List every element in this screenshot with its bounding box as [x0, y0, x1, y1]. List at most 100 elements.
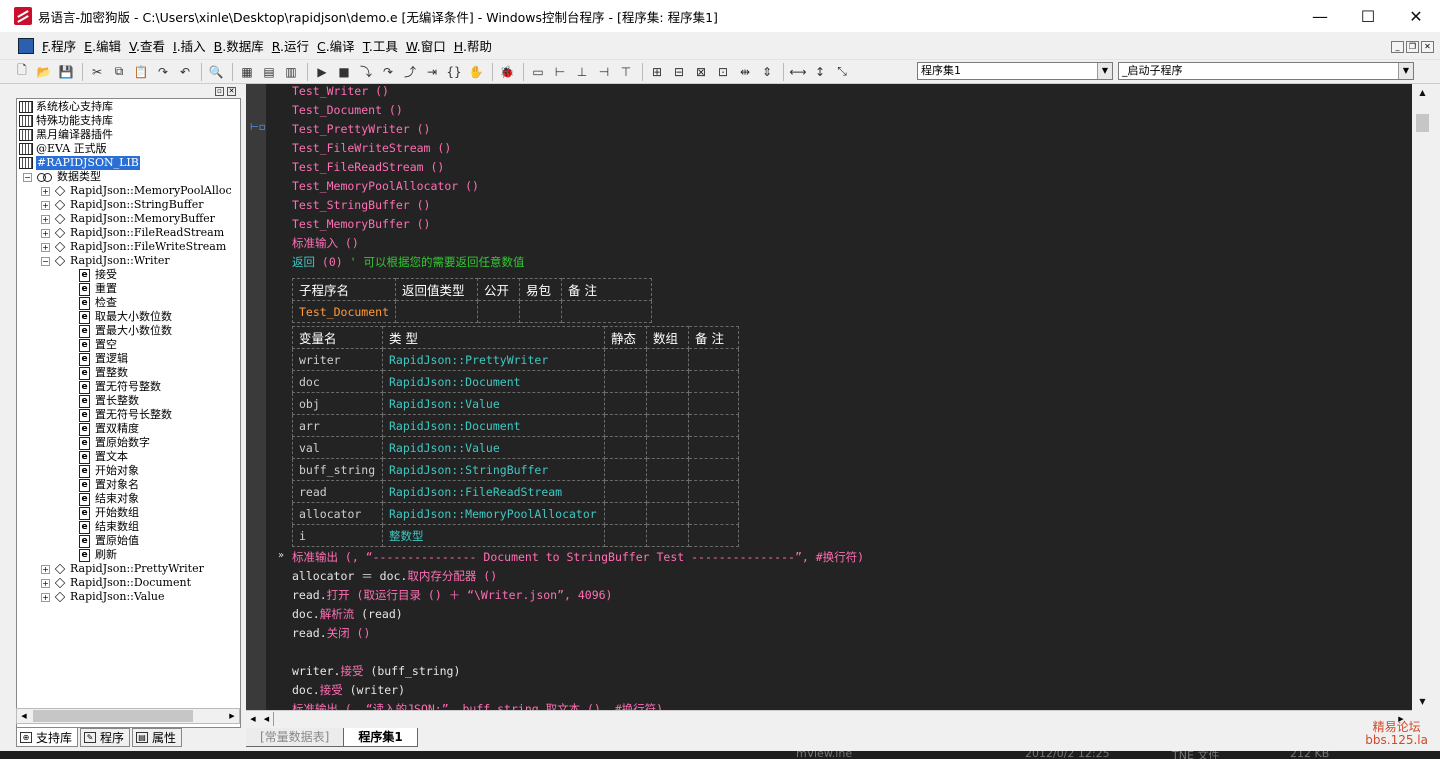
tree-item-method[interactable]: e 置最大小数位数: [19, 324, 240, 338]
scroll-down-icon[interactable]: ▼: [1414, 693, 1431, 710]
code-line[interactable]: Test_FileReadStream (): [292, 158, 444, 177]
table-cell[interactable]: [604, 414, 647, 437]
align-top-icon[interactable]: ⊤: [616, 63, 636, 81]
size-height-icon[interactable]: ↕: [810, 63, 830, 81]
table-cell[interactable]: [395, 300, 479, 323]
tree-item-library[interactable]: 黑月编译器插件: [19, 128, 240, 142]
code-line[interactable]: doc.接受 (writer): [292, 681, 405, 700]
table-row[interactable]: doc RapidJson::Document: [292, 370, 739, 393]
table-cell[interactable]: [688, 458, 739, 481]
subroutine-select[interactable]: _启动子程序 ▼: [1118, 62, 1414, 80]
menu-program[interactable]: F.程序: [38, 36, 80, 55]
table-cell[interactable]: [688, 502, 739, 525]
minimize-button[interactable]: —: [1296, 0, 1344, 32]
tree-item-method[interactable]: e 置整数: [19, 366, 240, 380]
maximize-button[interactable]: ☐: [1344, 0, 1392, 32]
code-editor[interactable]: ⊢▫ » Test_Writer () Test_Document () Test_…: [246, 84, 1412, 710]
table-row[interactable]: obj RapidJson::Value: [292, 392, 739, 415]
table-cell[interactable]: [477, 300, 521, 323]
table-row[interactable]: val RapidJson::Value: [292, 436, 739, 459]
document-icon[interactable]: [18, 37, 34, 54]
step-out-icon[interactable]: ⤴: [400, 63, 420, 81]
tree-item-library[interactable]: @EVA 正式版: [19, 142, 240, 156]
tree-item-library-selected[interactable]: #RAPIDJSON_LIB: [19, 156, 240, 170]
code-line[interactable]: Test_FileWriteStream (): [292, 139, 451, 158]
align-center-icon[interactable]: ⊥: [572, 63, 592, 81]
tree-item-method[interactable]: e 置双精度: [19, 422, 240, 436]
menu-edit[interactable]: E.编辑: [80, 36, 125, 55]
step-over-icon[interactable]: ↷: [378, 63, 398, 81]
panel-close-icon[interactable]: ✕: [227, 86, 236, 96]
code-line[interactable]: doc.解析流 (read): [292, 605, 403, 624]
menu-insert[interactable]: I.插入: [169, 36, 210, 55]
scrollbar-thumb[interactable]: [33, 710, 193, 722]
expand-icon[interactable]: +: [41, 242, 50, 252]
tree-item-class[interactable]: + RapidJson::MemoryPoolAlloc: [19, 184, 240, 198]
grid-layout-icon[interactable]: ▥: [281, 63, 301, 81]
panel-pin-icon[interactable]: ▫: [215, 86, 224, 96]
table-cell[interactable]: [646, 480, 689, 503]
new-file-icon[interactable]: 🗋: [12, 63, 32, 81]
tree-item-method[interactable]: e 置长整数: [19, 394, 240, 408]
tab-assembly-1[interactable]: 程序集1: [343, 728, 418, 747]
tree-item-method[interactable]: e 重置: [19, 282, 240, 296]
tree-item-class[interactable]: + RapidJson::StringBuffer: [19, 198, 240, 212]
table-cell[interactable]: [604, 502, 647, 525]
table-row[interactable]: i 整数型: [292, 524, 739, 547]
table-cell[interactable]: [604, 436, 647, 459]
undo-icon[interactable]: ↶: [175, 63, 195, 81]
code-line[interactable]: writer.接受 (buff_string): [292, 662, 460, 681]
table-cell[interactable]: [561, 300, 653, 323]
tree-item-class[interactable]: + RapidJson::Document: [19, 576, 240, 590]
variable-type[interactable]: RapidJson::FileReadStream: [382, 480, 605, 503]
collapse-icon[interactable]: −: [23, 172, 32, 182]
find-icon[interactable]: 🔍: [206, 63, 226, 81]
table-cell[interactable]: [604, 524, 647, 547]
tree-item-method[interactable]: e 置文本: [19, 450, 240, 464]
scroll-left-icon[interactable]: ◀: [17, 709, 31, 723]
window-layout-icon[interactable]: ▤: [259, 63, 279, 81]
variable-name[interactable]: allocator: [292, 502, 383, 525]
expand-icon[interactable]: +: [41, 592, 50, 602]
table-cell[interactable]: [604, 348, 647, 371]
tree-item-method[interactable]: e 置原始数字: [19, 436, 240, 450]
code-line[interactable]: 标准输出 (, “--------------- Document to Str…: [292, 548, 864, 567]
table-cell[interactable]: [688, 480, 739, 503]
distribute-h-icon[interactable]: ⊠: [691, 63, 711, 81]
code-line[interactable]: Test_MemoryBuffer (): [292, 215, 430, 234]
table-cell[interactable]: [688, 348, 739, 371]
table-cell[interactable]: [646, 392, 689, 415]
variables-icon[interactable]: {}: [444, 63, 464, 81]
tree-item-library[interactable]: 特殊功能支持库: [19, 114, 240, 128]
center-v-icon[interactable]: ⊟: [669, 63, 689, 81]
variable-type[interactable]: RapidJson::Value: [382, 436, 605, 459]
debug-icon[interactable]: 🐞: [497, 63, 517, 81]
table-cell[interactable]: [604, 370, 647, 393]
variable-type[interactable]: RapidJson::Document: [382, 370, 605, 393]
table-cell[interactable]: [688, 524, 739, 547]
variable-name[interactable]: i: [292, 524, 383, 547]
tab-properties[interactable]: ▤ 属性: [132, 728, 183, 747]
code-line[interactable]: Test_PrettyWriter (): [292, 120, 430, 139]
scroll-up-icon[interactable]: ▲: [1414, 84, 1431, 101]
table-cell[interactable]: [688, 436, 739, 459]
subroutine-name[interactable]: Test_Document: [291, 300, 397, 323]
table-cell[interactable]: [604, 392, 647, 415]
align-right-icon[interactable]: ⊣: [594, 63, 614, 81]
table-cell[interactable]: [604, 480, 647, 503]
tree-item-method[interactable]: e 刷新: [19, 548, 240, 562]
tree-item-class[interactable]: + RapidJson::MemoryBuffer: [19, 212, 240, 226]
variable-type[interactable]: RapidJson::Value: [382, 392, 605, 415]
code-line[interactable]: Test_StringBuffer (): [292, 196, 430, 215]
run-icon[interactable]: ▶: [312, 63, 332, 81]
center-h-icon[interactable]: ⊞: [647, 63, 667, 81]
variable-name[interactable]: doc: [292, 370, 383, 393]
editor-vertical-scrollbar[interactable]: ▲ ▼: [1414, 84, 1431, 710]
tab-constant-table[interactable]: [常量数据表]: [246, 728, 344, 747]
tree-item-class[interactable]: + RapidJson::Value: [19, 590, 240, 604]
table-cell[interactable]: [519, 300, 563, 323]
tree-item-datatypes[interactable]: − 数据类型: [19, 170, 240, 184]
variable-type[interactable]: 整数型: [382, 524, 605, 547]
tree-item-method[interactable]: e 置原始值: [19, 534, 240, 548]
size-both-icon[interactable]: ⤡: [832, 63, 852, 81]
